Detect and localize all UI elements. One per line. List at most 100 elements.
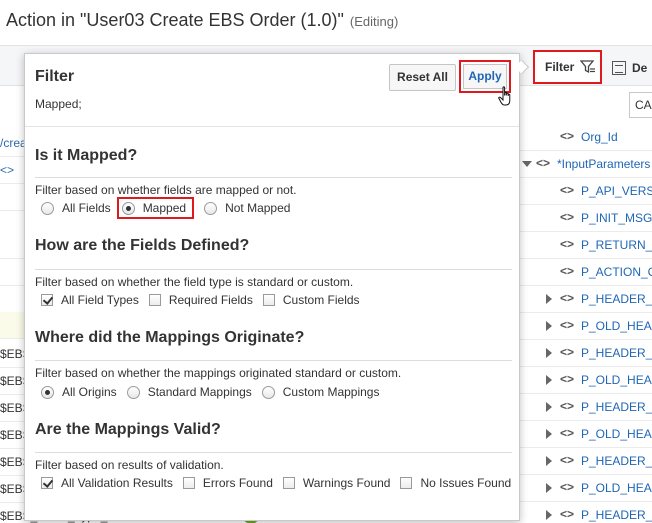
errors-found-checkbox[interactable] bbox=[182, 477, 195, 489]
element-icon: <> bbox=[560, 129, 575, 143]
all-validation-results-option[interactable]: All Validation Results bbox=[41, 476, 173, 490]
warnings-found-checkbox[interactable] bbox=[282, 477, 295, 489]
required-fields-checkbox[interactable] bbox=[148, 294, 161, 306]
target-row[interactable]: <> P_API_VERS bbox=[520, 178, 652, 205]
source-row[interactable]: /crea bbox=[0, 130, 25, 157]
target-row[interactable]: <> *InputParameters bbox=[520, 151, 652, 178]
source-row[interactable] bbox=[0, 232, 25, 259]
chevron-right-icon[interactable] bbox=[546, 429, 552, 439]
section-title-defined: How are the Fields Defined? bbox=[35, 237, 250, 254]
chevron-right-icon[interactable] bbox=[546, 348, 552, 358]
no-issues-found-option[interactable]: No Issues Found bbox=[400, 476, 511, 490]
editing-status: (Editing) bbox=[349, 14, 399, 29]
element-icon: <> bbox=[560, 399, 575, 413]
custom-mappings-radio[interactable] bbox=[261, 385, 275, 399]
source-row[interactable]: $EBS bbox=[0, 368, 25, 395]
source-row[interactable] bbox=[0, 312, 25, 339]
source-row[interactable]: $EBS bbox=[0, 422, 25, 449]
custom-fields-checkbox[interactable] bbox=[262, 294, 275, 306]
element-icon: <> bbox=[560, 183, 575, 197]
source-row[interactable]: $EBS bbox=[0, 341, 25, 368]
custom-fields-option[interactable]: Custom Fields bbox=[262, 293, 360, 307]
not-mapped-radio[interactable] bbox=[204, 201, 218, 215]
target-search-input[interactable]: CA bbox=[629, 92, 652, 118]
element-icon: <> bbox=[560, 237, 575, 251]
source-tree-panel: /crea <> $EBS $EBS $EBS $EBS $EBS $EBS bbox=[0, 86, 25, 523]
target-row[interactable]: <> P_OLD_HEA bbox=[520, 475, 652, 502]
document-icon bbox=[612, 61, 626, 75]
chevron-right-icon[interactable] bbox=[546, 375, 552, 385]
page-title: Action in "User03 Create EBS Order (1.0)… bbox=[6, 10, 398, 31]
standard-mappings-radio[interactable] bbox=[126, 385, 140, 399]
target-row[interactable]: <> P_HEADER_ bbox=[520, 340, 652, 367]
element-icon: <> bbox=[536, 156, 551, 170]
element-icon: <> bbox=[560, 372, 575, 386]
filter-summary: Mapped; bbox=[35, 97, 82, 111]
element-icon: <> bbox=[560, 426, 575, 440]
source-row[interactable]: $EBS bbox=[0, 476, 25, 503]
errors-found-option[interactable]: Errors Found bbox=[182, 476, 273, 490]
mapped-option[interactable]: Mapped bbox=[116, 197, 195, 219]
header-divider bbox=[25, 126, 519, 127]
element-icon: <> bbox=[560, 264, 575, 278]
source-row[interactable]: $EBS bbox=[0, 449, 25, 476]
chevron-right-icon[interactable] bbox=[546, 510, 552, 520]
all-validation-results-checkbox[interactable] bbox=[41, 477, 53, 489]
warnings-found-option[interactable]: Warnings Found bbox=[282, 476, 390, 490]
section-description: Filter based on whether the mappings ori… bbox=[35, 366, 402, 380]
hand-cursor-icon bbox=[498, 86, 511, 106]
source-row[interactable]: $EBS bbox=[0, 395, 25, 422]
all-origins-option[interactable]: All Origins bbox=[41, 385, 117, 399]
source-row[interactable]: <> bbox=[0, 157, 25, 184]
target-row[interactable]: <> P_HEADER_ bbox=[520, 286, 652, 313]
chevron-down-icon[interactable] bbox=[522, 161, 532, 167]
element-icon: <> bbox=[560, 318, 575, 332]
target-row[interactable]: <> Org_Id bbox=[520, 124, 652, 151]
validation-options: All Validation Results Errors Found Warn… bbox=[41, 474, 521, 492]
section-title-originate: Where did the Mappings Originate? bbox=[35, 329, 305, 346]
section-description: Filter based on whether fields are mappe… bbox=[35, 183, 297, 197]
standard-mappings-option[interactable]: Standard Mappings bbox=[126, 385, 252, 399]
mapped-options: All Fields Mapped Not Mapped bbox=[41, 197, 300, 219]
reset-all-button[interactable]: Reset All bbox=[389, 64, 456, 91]
all-origins-radio[interactable] bbox=[41, 385, 54, 399]
section-divider bbox=[35, 177, 512, 178]
source-row[interactable] bbox=[0, 259, 25, 286]
chevron-right-icon[interactable] bbox=[546, 483, 552, 493]
element-icon: <> bbox=[560, 345, 575, 359]
all-fields-option[interactable]: All Fields bbox=[41, 201, 111, 215]
section-divider bbox=[35, 269, 512, 270]
chevron-right-icon[interactable] bbox=[546, 321, 552, 331]
custom-mappings-option[interactable]: Custom Mappings bbox=[261, 385, 379, 399]
no-issues-found-checkbox[interactable] bbox=[400, 477, 413, 489]
filter-icon bbox=[579, 60, 596, 74]
source-row[interactable] bbox=[0, 184, 25, 211]
all-field-types-option[interactable]: All Field Types bbox=[41, 293, 139, 307]
target-row[interactable]: <> P_HEADER_ bbox=[520, 394, 652, 421]
chevron-right-icon[interactable] bbox=[546, 402, 552, 412]
chevron-right-icon[interactable] bbox=[546, 294, 552, 304]
target-search-value: CA bbox=[635, 98, 652, 112]
popup-title: Filter bbox=[35, 68, 75, 85]
section-description: Filter based on whether the field type i… bbox=[35, 275, 354, 289]
target-row[interactable]: <> P_OLD_HEA bbox=[520, 367, 652, 394]
all-fields-radio[interactable] bbox=[41, 201, 54, 215]
section-title-mapped: Is it Mapped? bbox=[35, 147, 138, 164]
target-row[interactable]: <> P_HEADER_ bbox=[520, 448, 652, 475]
target-row[interactable]: <> P_INIT_MSG bbox=[520, 205, 652, 232]
origin-options: All Origins Standard Mappings Custom Map… bbox=[41, 383, 389, 401]
filter-button[interactable]: Filter bbox=[533, 50, 602, 84]
not-mapped-option[interactable]: Not Mapped bbox=[204, 201, 290, 215]
detach-button[interactable]: De bbox=[612, 54, 647, 82]
target-row[interactable]: <> P_OLD_HEA bbox=[520, 421, 652, 448]
mapped-radio[interactable] bbox=[121, 201, 135, 215]
target-row[interactable]: <> P_ACTION_C bbox=[520, 259, 652, 286]
target-row[interactable]: <> P_OLD_HEA bbox=[520, 313, 652, 340]
section-divider bbox=[35, 452, 512, 453]
target-row[interactable]: <> P_RETURN_ bbox=[520, 232, 652, 259]
chevron-right-icon[interactable] bbox=[546, 456, 552, 466]
element-icon: <> bbox=[560, 291, 575, 305]
required-fields-option[interactable]: Required Fields bbox=[148, 293, 253, 307]
target-row[interactable]: <> P_HEADER_ bbox=[520, 502, 652, 523]
all-field-types-checkbox[interactable] bbox=[41, 294, 53, 306]
